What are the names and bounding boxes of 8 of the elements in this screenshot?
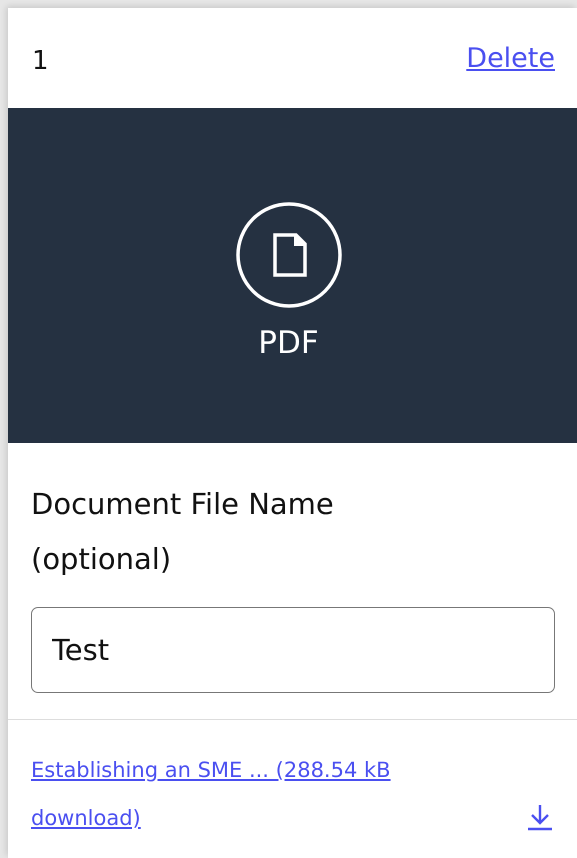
delete-link[interactable]: Delete xyxy=(466,42,555,74)
field-label: Document File Name (optional) xyxy=(31,486,335,578)
document-icon xyxy=(234,200,342,308)
item-number: 1 xyxy=(32,46,49,76)
file-name-field[interactable]: Test xyxy=(31,607,555,693)
download-icon[interactable] xyxy=(525,802,555,832)
file-type-label: PDF xyxy=(258,324,319,360)
download-link[interactable]: Establishing an SME ... (288.54 kB download) xyxy=(31,746,471,842)
